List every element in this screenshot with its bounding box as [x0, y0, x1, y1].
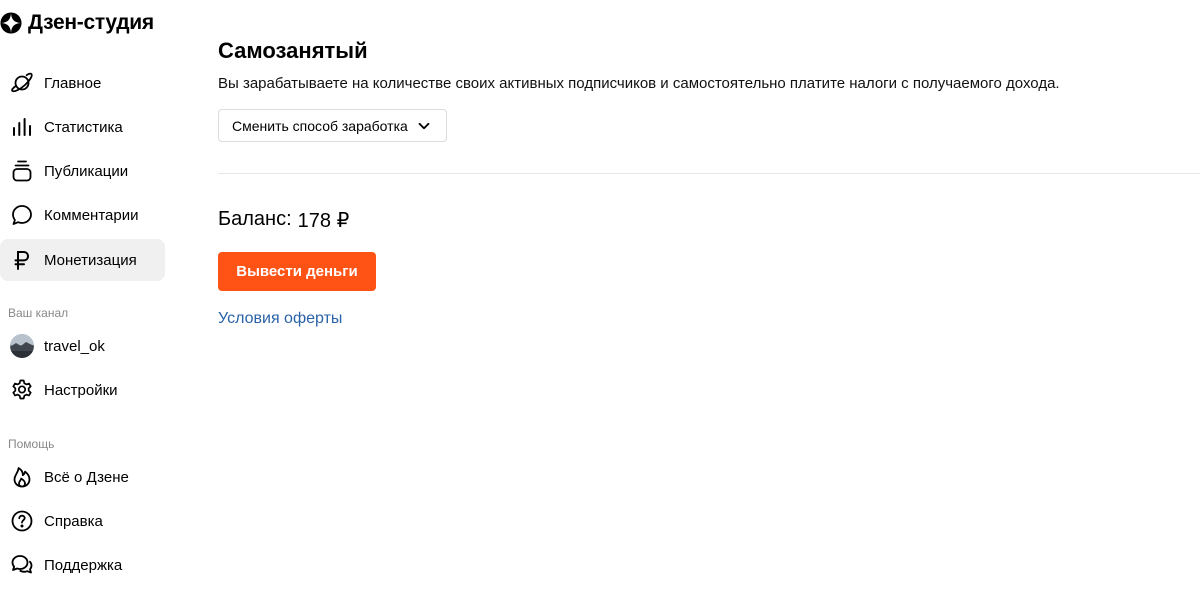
planet-icon: [10, 71, 34, 95]
sidebar-item-comments[interactable]: Комментарии: [0, 194, 165, 236]
stack-icon: [10, 159, 34, 183]
withdraw-money-button[interactable]: Вывести деньги: [218, 252, 376, 291]
change-earning-method-button[interactable]: Сменить способ заработка: [218, 109, 447, 142]
page-description: Вы зарабатываете на количестве своих акт…: [218, 75, 1060, 92]
sidebar-item-label: Настройки: [44, 381, 118, 399]
chat-bubbles-icon: [10, 553, 34, 577]
dzen-logo-icon: [0, 12, 22, 34]
comment-icon: [10, 203, 34, 227]
bar-chart-icon: [10, 115, 34, 139]
ruble-icon: [10, 248, 34, 272]
sidebar-item-label: Главное: [44, 74, 102, 92]
divider: [218, 173, 1200, 174]
balance-label: Баланс:: [218, 208, 292, 230]
flame-icon: [10, 465, 34, 489]
sidebar-item-label: Справка: [44, 512, 103, 530]
question-icon: [10, 509, 34, 533]
change-earning-method-label: Сменить способ заработка: [232, 117, 408, 134]
sidebar-item-help[interactable]: Справка: [0, 500, 165, 542]
sidebar-item-label: Всё о Дзене: [44, 468, 129, 486]
balance-value: 178 ₽: [297, 210, 350, 232]
sidebar-item-channel[interactable]: travel_ok: [0, 325, 165, 367]
help-section-label: Помощь: [8, 437, 55, 451]
sidebar-item-monetization[interactable]: Монетизация: [0, 239, 165, 281]
sidebar: Дзен-студия Главное Статистика Публикаци…: [0, 0, 175, 597]
sidebar-item-statistics[interactable]: Статистика: [0, 106, 165, 148]
offer-terms-link[interactable]: Условия оферты: [218, 310, 342, 328]
withdraw-money-label: Вывести деньги: [236, 263, 358, 280]
sidebar-item-label: Комментарии: [44, 206, 139, 224]
channel-name: travel_ok: [44, 337, 105, 355]
sidebar-item-publications[interactable]: Публикации: [0, 150, 165, 192]
page-title: Самозанятый: [218, 38, 368, 63]
sidebar-item-label: Статистика: [44, 118, 123, 136]
sidebar-item-label: Публикации: [44, 162, 129, 180]
balance: Баланс: 178 ₽: [218, 208, 349, 233]
sidebar-item-label: Поддержка: [44, 556, 123, 574]
avatar: [10, 334, 34, 358]
logo[interactable]: Дзен-студия: [0, 10, 154, 36]
sidebar-item-main[interactable]: Главное: [0, 62, 165, 104]
sidebar-item-about-dzen[interactable]: Всё о Дзене: [0, 456, 165, 498]
gear-icon: [10, 378, 34, 402]
sidebar-item-support[interactable]: Поддержка: [0, 544, 165, 586]
main-content: Самозанятый Вы зарабатываете на количест…: [218, 0, 1200, 597]
logo-text: Дзен-студия: [28, 11, 154, 34]
sidebar-item-label: Монетизация: [44, 251, 137, 269]
sidebar-item-settings[interactable]: Настройки: [0, 369, 165, 411]
chevron-down-icon: [418, 122, 430, 129]
channel-section-label: Ваш канал: [8, 306, 69, 320]
